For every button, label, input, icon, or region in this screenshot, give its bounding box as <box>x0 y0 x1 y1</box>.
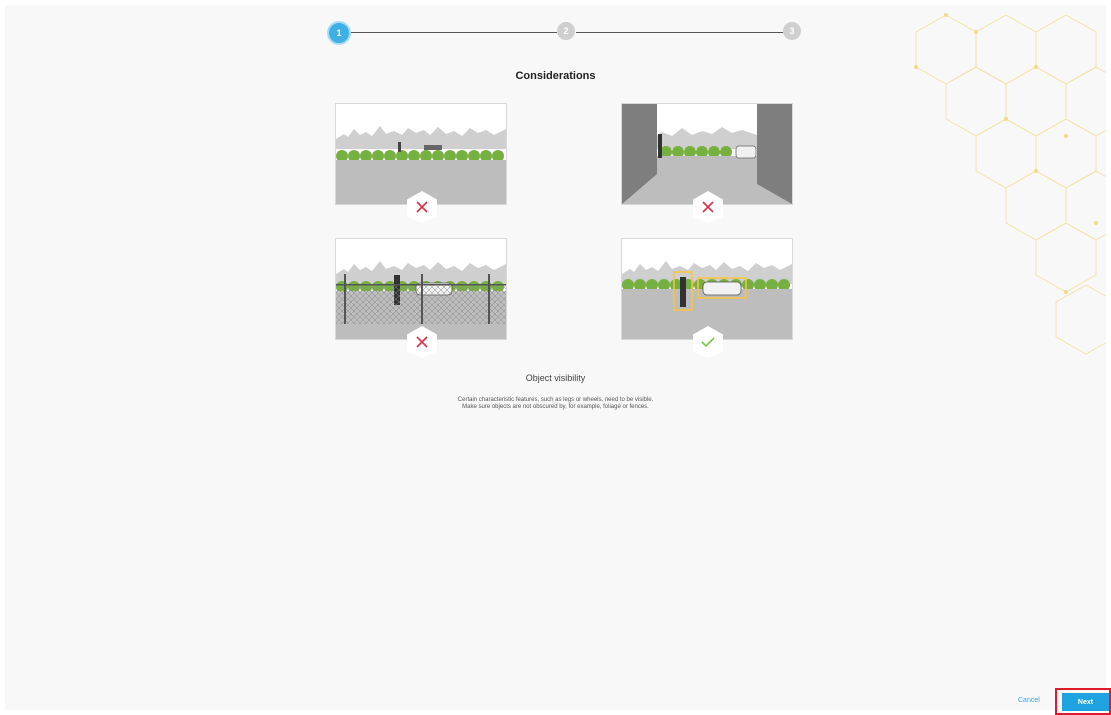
good-check-icon <box>693 326 723 358</box>
bad-x-icon <box>407 326 437 358</box>
scene-illustration <box>336 239 506 339</box>
description-line: Make sure objects are not obscured by, f… <box>462 404 649 410</box>
page-title: Considerations <box>515 70 596 82</box>
step-1-indicator: 1 <box>327 21 351 45</box>
stepper-connector <box>576 32 783 33</box>
scene-clear-view-detected <box>621 238 793 358</box>
scene-illustration <box>622 104 792 204</box>
hexagon-pattern-decoration <box>914 13 1106 355</box>
scene-illustration <box>622 239 792 339</box>
scene-fence-obscuring <box>335 238 507 358</box>
scene-illustration <box>336 104 506 204</box>
wizard-stepper: 1 2 3 <box>327 21 801 45</box>
stepper-connector <box>349 32 557 33</box>
step-3-indicator: 3 <box>783 22 801 40</box>
wizard-page <box>5 5 1106 710</box>
bad-x-icon <box>407 191 437 223</box>
description-line: Certain characteristic features, such as… <box>457 397 654 403</box>
section-caption: Object visibility <box>525 373 586 383</box>
next-button[interactable]: Next <box>1062 693 1109 711</box>
step-2-indicator: 2 <box>557 22 575 40</box>
bad-x-icon <box>693 191 723 223</box>
scene-distant-objects <box>335 103 507 223</box>
section-description: Certain characteristic features, such as… <box>0 397 1111 411</box>
scene-walls-blocking <box>621 103 793 223</box>
cancel-button[interactable]: Cancel <box>1018 697 1040 704</box>
